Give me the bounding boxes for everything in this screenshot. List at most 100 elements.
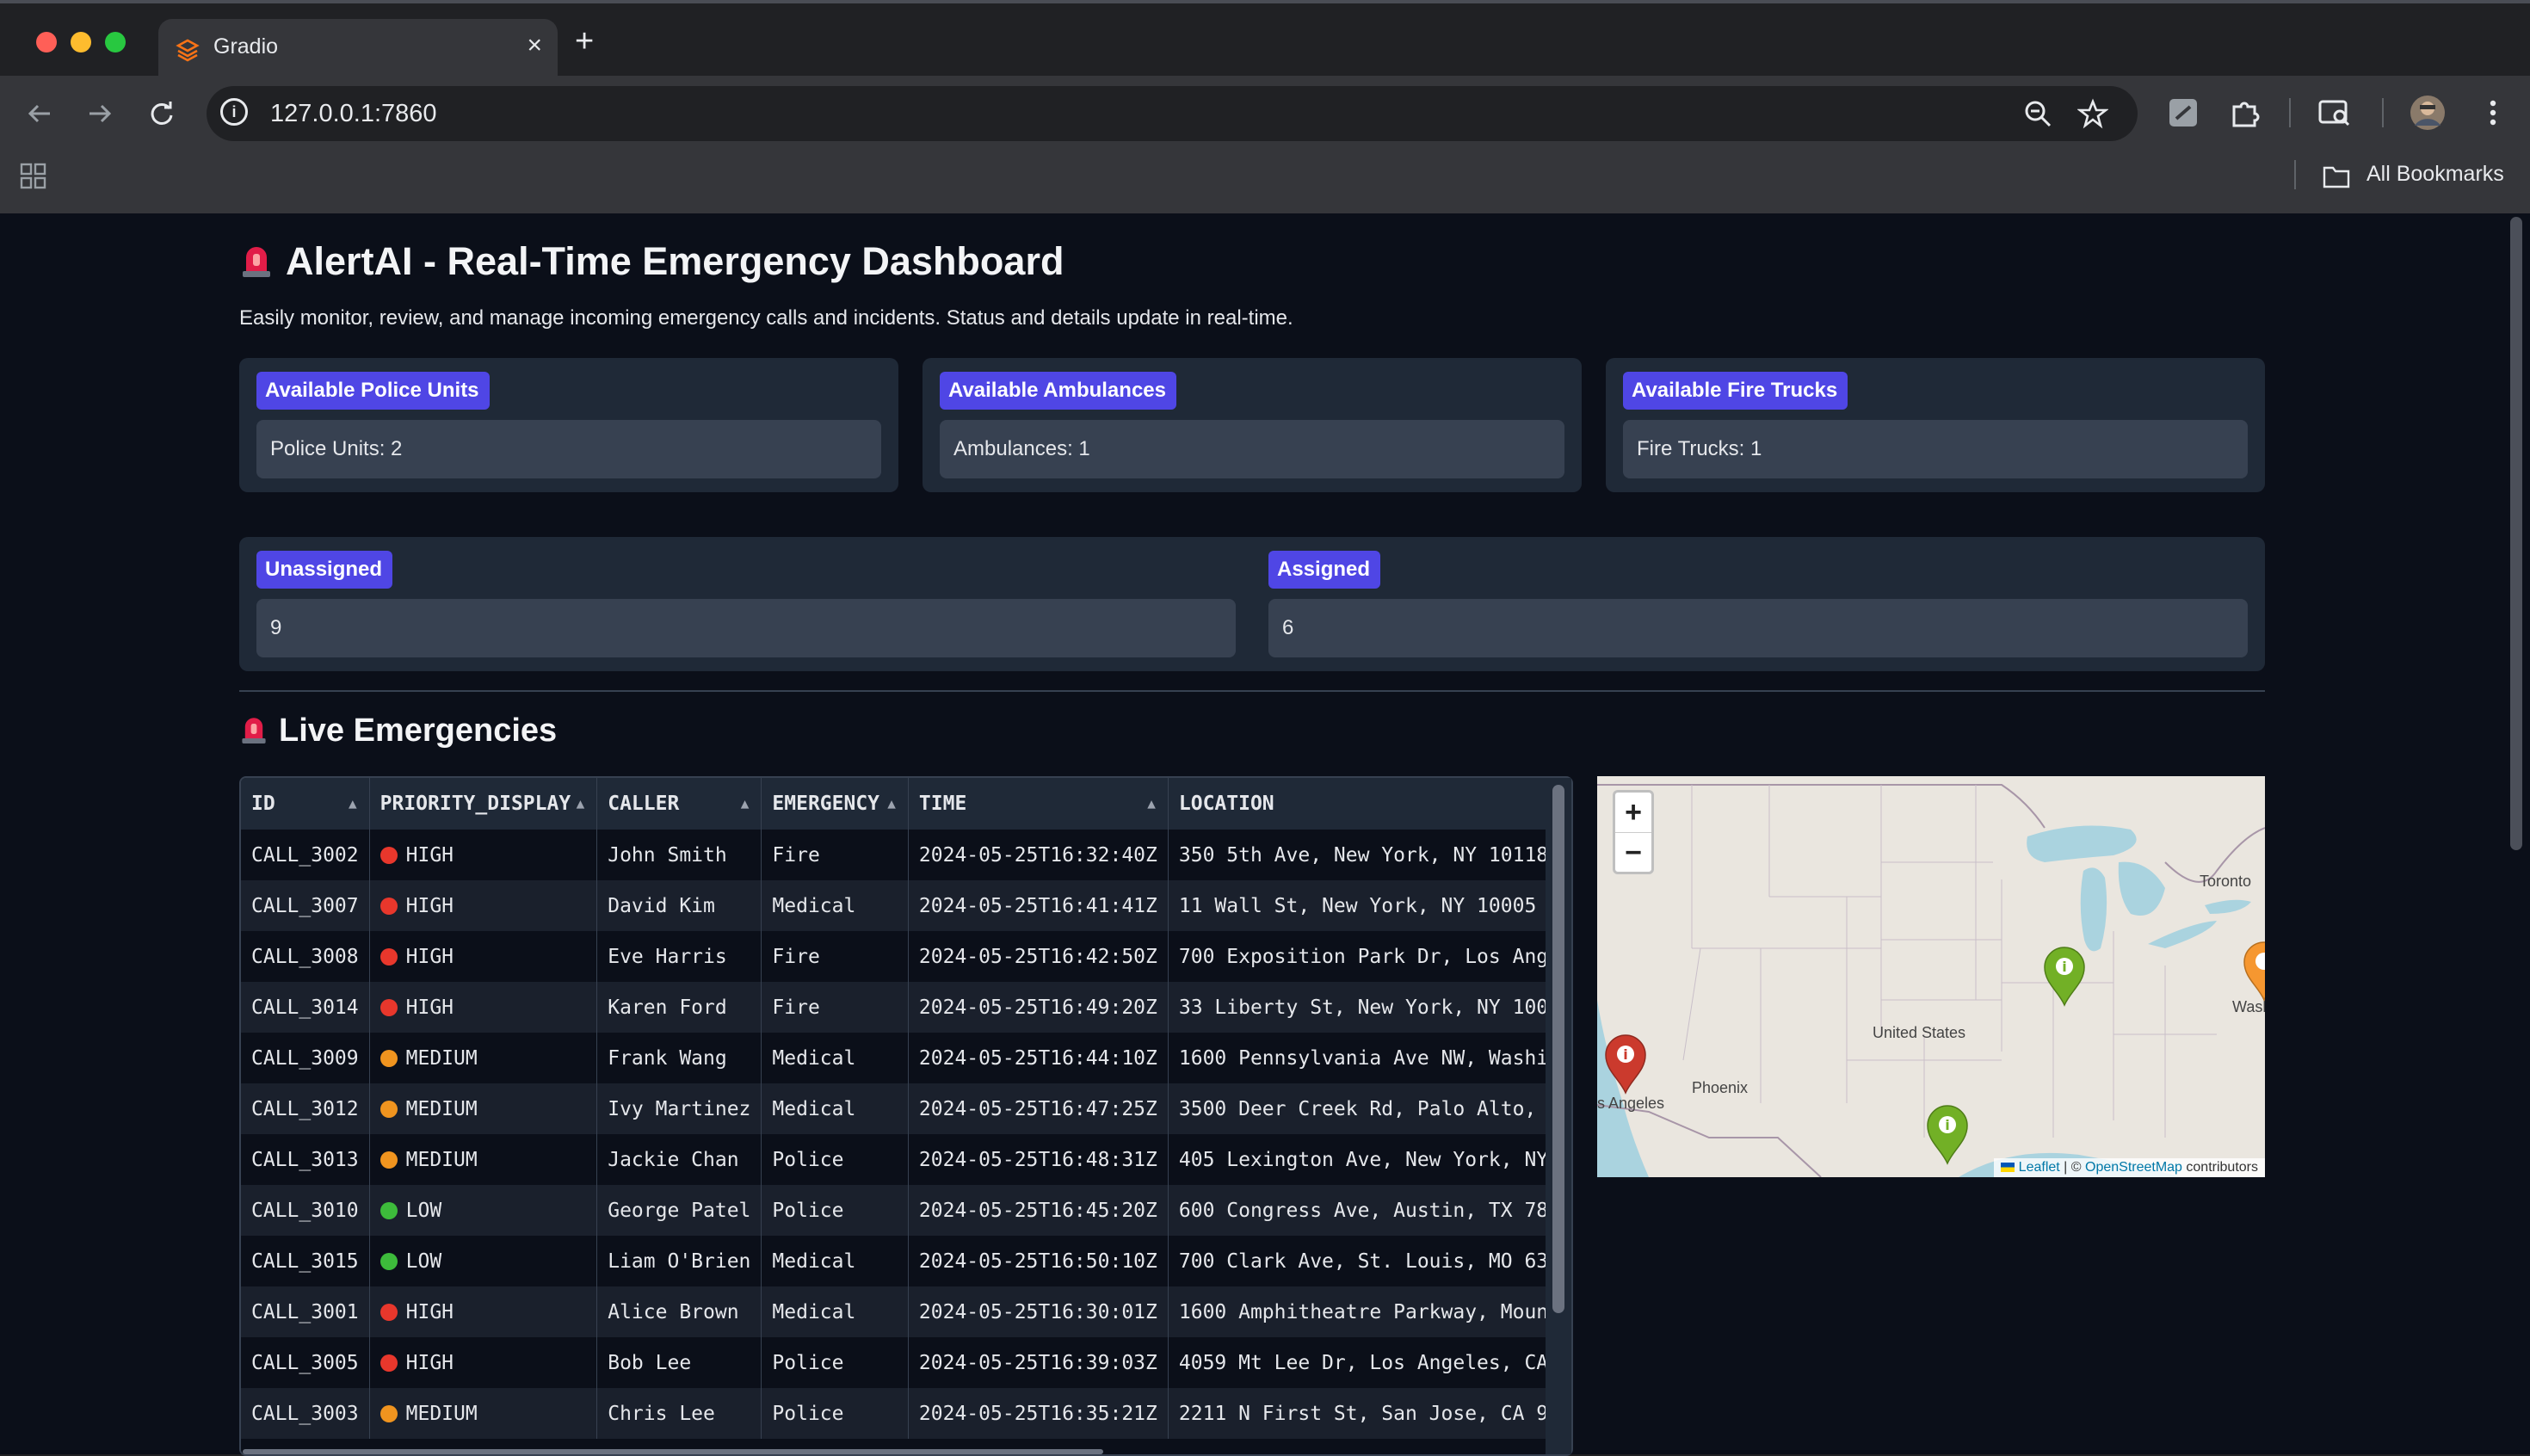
zoom-icon[interactable] bbox=[2022, 98, 2053, 129]
cell-priority[interactable]: HIGH bbox=[369, 880, 598, 931]
cell-priority[interactable]: HIGH bbox=[369, 1286, 598, 1337]
cell-id[interactable]: CALL_3012 bbox=[241, 1083, 370, 1134]
cell-priority[interactable]: MEDIUM bbox=[369, 1083, 598, 1134]
cell-time[interactable]: 2024-05-25T16:45:20Z bbox=[908, 1185, 1169, 1236]
cell-location[interactable]: 11 Wall St, New York, NY 10005 bbox=[1168, 880, 1571, 931]
tab-search-icon[interactable] bbox=[2317, 95, 2353, 131]
cell-caller[interactable]: Ivy Martinez bbox=[596, 1083, 762, 1134]
column-header-priority[interactable]: PRIORITY_DISPLAY ▲ bbox=[369, 778, 598, 830]
zoom-in-button[interactable]: + bbox=[1615, 793, 1651, 833]
table-row[interactable]: CALL_3013 MEDIUM Jackie Chan Police 2024-05-… bbox=[241, 1134, 1571, 1185]
cell-time[interactable]: 2024-05-25T16:42:50Z bbox=[908, 931, 1169, 982]
site-info-icon[interactable]: i bbox=[220, 98, 248, 126]
cell-id[interactable]: CALL_3007 bbox=[241, 880, 370, 931]
cell-priority[interactable]: LOW bbox=[369, 1185, 598, 1236]
cell-location[interactable]: 1600 Pennsylvania Ave NW, Washin bbox=[1168, 1033, 1571, 1083]
back-icon[interactable] bbox=[22, 96, 57, 131]
cell-id[interactable]: CALL_3002 bbox=[241, 830, 370, 880]
cell-time[interactable]: 2024-05-25T16:32:40Z bbox=[908, 830, 1169, 880]
assigned-textbox[interactable]: 6 bbox=[1268, 599, 2248, 657]
reload-icon[interactable] bbox=[145, 96, 179, 131]
cell-time[interactable]: 2024-05-25T16:41:41Z bbox=[908, 880, 1169, 931]
police-units-textbox[interactable]: Police Units: 2 bbox=[256, 420, 881, 478]
column-header-time[interactable]: TIME ▲ bbox=[908, 778, 1169, 830]
cell-emergency[interactable]: Fire bbox=[761, 931, 909, 982]
table-row[interactable]: CALL_3007 HIGH David Kim Medical 2024-05-25T… bbox=[241, 880, 1571, 931]
column-header-id[interactable]: ID ▲ bbox=[241, 778, 370, 830]
zoom-out-button[interactable]: − bbox=[1615, 833, 1651, 873]
cell-location[interactable]: 350 5th Ave, New York, NY 10118 bbox=[1168, 830, 1571, 880]
cell-caller[interactable]: Liam O'Brien bbox=[596, 1236, 762, 1286]
leaflet-link[interactable]: Leaflet bbox=[2019, 1160, 2060, 1175]
cell-emergency[interactable]: Medical bbox=[761, 1033, 909, 1083]
bookmark-star-icon[interactable] bbox=[2077, 98, 2108, 129]
table-row[interactable]: CALL_3008 HIGH Eve Harris Fire 2024-05-25T16… bbox=[241, 931, 1571, 982]
cell-time[interactable]: 2024-05-25T16:39:03Z bbox=[908, 1337, 1169, 1388]
fire-trucks-textbox[interactable]: Fire Trucks: 1 bbox=[1623, 420, 2248, 478]
marker-green-texas[interactable]: i bbox=[1924, 1103, 1971, 1165]
cell-id[interactable]: CALL_3014 bbox=[241, 982, 370, 1033]
minimize-window-button[interactable] bbox=[71, 32, 91, 52]
table-row[interactable]: CALL_3012 MEDIUM Ivy Martinez Medical 2024-0… bbox=[241, 1083, 1571, 1134]
cell-priority[interactable]: MEDIUM bbox=[369, 1033, 598, 1083]
apps-grid-icon[interactable] bbox=[19, 162, 48, 191]
column-header-emergency[interactable]: EMERGENCY ▲ bbox=[761, 778, 909, 830]
marker-green-midwest[interactable]: i bbox=[2041, 945, 2088, 1007]
cell-location[interactable]: 600 Congress Ave, Austin, TX 787 bbox=[1168, 1185, 1571, 1236]
column-header-caller[interactable]: CALLER ▲ bbox=[596, 778, 762, 830]
incident-map[interactable]: Toronto United States Phoenix s Angeles … bbox=[1597, 776, 2265, 1177]
cell-location[interactable]: 2211 N First St, San Jose, CA 95 bbox=[1168, 1388, 1571, 1439]
cell-emergency[interactable]: Police bbox=[761, 1134, 909, 1185]
cell-caller[interactable]: David Kim bbox=[596, 880, 762, 931]
cell-priority[interactable]: HIGH bbox=[369, 982, 598, 1033]
cell-emergency[interactable]: Medical bbox=[761, 1083, 909, 1134]
close-window-button[interactable] bbox=[36, 32, 57, 52]
cell-emergency[interactable]: Fire bbox=[761, 982, 909, 1033]
new-tab-button[interactable]: + bbox=[575, 24, 594, 59]
cell-id[interactable]: CALL_3008 bbox=[241, 931, 370, 982]
address-bar[interactable]: i 127.0.0.1:7860 bbox=[207, 86, 2138, 141]
cell-caller[interactable]: Frank Wang bbox=[596, 1033, 762, 1083]
cell-time[interactable]: 2024-05-25T16:30:01Z bbox=[908, 1286, 1169, 1337]
forward-icon[interactable] bbox=[83, 96, 117, 131]
cell-priority[interactable]: MEDIUM bbox=[369, 1134, 598, 1185]
cell-caller[interactable]: Chris Lee bbox=[596, 1388, 762, 1439]
ambulances-textbox[interactable]: Ambulances: 1 bbox=[940, 420, 1564, 478]
cell-emergency[interactable]: Medical bbox=[761, 880, 909, 931]
cell-time[interactable]: 2024-05-25T16:44:10Z bbox=[908, 1033, 1169, 1083]
table-row[interactable]: CALL_3009 MEDIUM Frank Wang Medical 2024-05-… bbox=[241, 1033, 1571, 1083]
cell-emergency[interactable]: Police bbox=[761, 1185, 909, 1236]
cell-caller[interactable]: Karen Ford bbox=[596, 982, 762, 1033]
cell-id[interactable]: CALL_3003 bbox=[241, 1388, 370, 1439]
cell-location[interactable]: 700 Clark Ave, St. Louis, MO 631 bbox=[1168, 1236, 1571, 1286]
table-row[interactable]: CALL_3010 LOW George Patel Police 2024-05-25… bbox=[241, 1185, 1571, 1236]
cell-time[interactable]: 2024-05-25T16:49:20Z bbox=[908, 982, 1169, 1033]
cell-caller[interactable]: Alice Brown bbox=[596, 1286, 762, 1337]
table-row[interactable]: CALL_3001 HIGH Alice Brown Medical 2024-05-2… bbox=[241, 1286, 1571, 1337]
cell-time[interactable]: 2024-05-25T16:48:31Z bbox=[908, 1134, 1169, 1185]
cell-id[interactable]: CALL_3005 bbox=[241, 1337, 370, 1388]
cell-time[interactable]: 2024-05-25T16:35:21Z bbox=[908, 1388, 1169, 1439]
cell-id[interactable]: CALL_3015 bbox=[241, 1236, 370, 1286]
url-text[interactable]: 127.0.0.1:7860 bbox=[270, 100, 437, 128]
menu-kebab-icon[interactable] bbox=[2475, 95, 2511, 131]
cell-location[interactable]: 33 Liberty St, New York, NY 1004 bbox=[1168, 982, 1571, 1033]
cell-caller[interactable]: George Patel bbox=[596, 1185, 762, 1236]
extension-app-icon[interactable] bbox=[2165, 95, 2201, 131]
cell-priority[interactable]: MEDIUM bbox=[369, 1388, 598, 1439]
column-header-location[interactable]: LOCATION bbox=[1168, 778, 1571, 830]
cell-location[interactable]: 700 Exposition Park Dr, Los Ange bbox=[1168, 931, 1571, 982]
cell-id[interactable]: CALL_3013 bbox=[241, 1134, 370, 1185]
cell-priority[interactable]: HIGH bbox=[369, 830, 598, 880]
maximize-window-button[interactable] bbox=[105, 32, 126, 52]
cell-emergency[interactable]: Police bbox=[761, 1337, 909, 1388]
cell-caller[interactable]: Bob Lee bbox=[596, 1337, 762, 1388]
cell-time[interactable]: 2024-05-25T16:47:25Z bbox=[908, 1083, 1169, 1134]
cell-caller[interactable]: Jackie Chan bbox=[596, 1134, 762, 1185]
cell-id[interactable]: CALL_3010 bbox=[241, 1185, 370, 1236]
cell-id[interactable]: CALL_3001 bbox=[241, 1286, 370, 1337]
cell-emergency[interactable]: Medical bbox=[761, 1286, 909, 1337]
cell-id[interactable]: CALL_3009 bbox=[241, 1033, 370, 1083]
cell-priority[interactable]: HIGH bbox=[369, 1337, 598, 1388]
cell-location[interactable]: 1600 Amphitheatre Parkway, Mount bbox=[1168, 1286, 1571, 1337]
